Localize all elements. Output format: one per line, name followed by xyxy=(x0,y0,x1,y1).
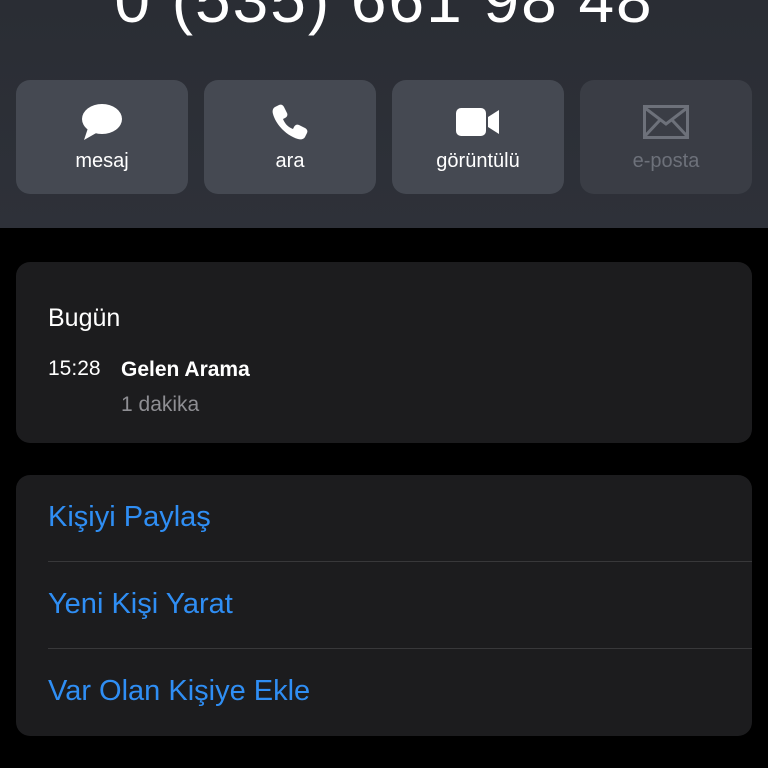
email-button[interactable]: e-posta xyxy=(580,80,752,194)
call-history-card: Bugün 15:28 Gelen Arama 1 dakika xyxy=(16,262,752,443)
share-contact-label: Kişiyi Paylaş xyxy=(48,501,211,533)
contact-header: 0 (535) 661 98 48 mesaj ara görüntülü e-… xyxy=(0,0,768,228)
add-to-existing-contact-item[interactable]: Var Olan Kişiye Ekle xyxy=(16,649,752,736)
call-time: 15:28 xyxy=(48,357,101,380)
phone-icon xyxy=(204,102,376,142)
create-new-contact-item[interactable]: Yeni Kişi Yarat xyxy=(16,562,752,649)
video-call-label: görüntülü xyxy=(436,150,520,172)
message-button[interactable]: mesaj xyxy=(16,80,188,194)
call-history-day: Bugün xyxy=(48,304,121,332)
call-type: Gelen Arama xyxy=(121,358,250,381)
call-duration: 1 dakika xyxy=(121,393,200,416)
call-button[interactable]: ara xyxy=(204,80,376,194)
share-contact-item[interactable]: Kişiyi Paylaş xyxy=(16,475,752,562)
email-label: e-posta xyxy=(632,150,700,172)
message-bubble-icon xyxy=(16,102,188,142)
contact-actions-list: Kişiyi Paylaş Yeni Kişi Yarat Var Olan K… xyxy=(16,475,752,736)
action-bar: mesaj ara görüntülü e-posta xyxy=(16,80,752,194)
create-new-contact-label: Yeni Kişi Yarat xyxy=(48,588,233,620)
envelope-icon xyxy=(580,102,752,142)
add-to-existing-contact-label: Var Olan Kişiye Ekle xyxy=(48,675,311,707)
call-label: ara xyxy=(275,150,305,172)
message-label: mesaj xyxy=(75,150,129,172)
video-camera-icon xyxy=(392,102,564,142)
video-call-button[interactable]: görüntülü xyxy=(392,80,564,194)
phone-number: 0 (535) 661 98 48 xyxy=(114,0,654,36)
